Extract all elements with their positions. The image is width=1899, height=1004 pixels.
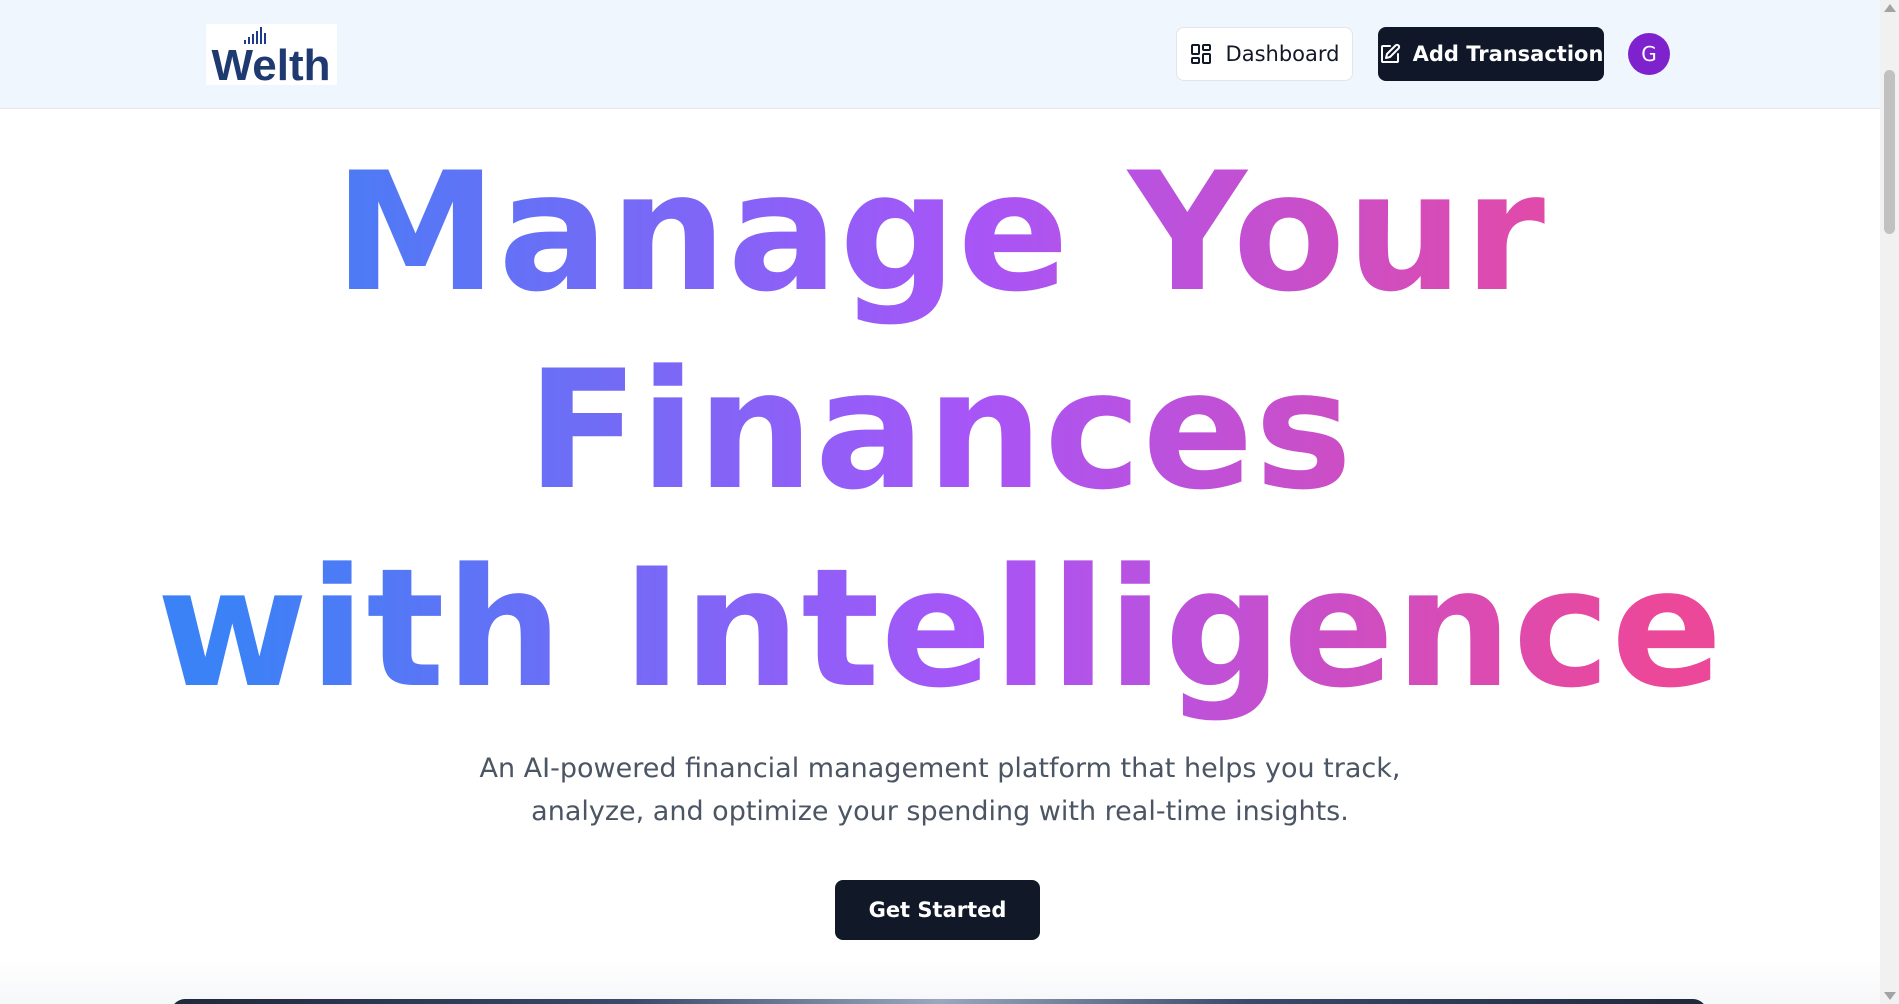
hero-title-line-3: with Intelligence [156,533,1724,724]
hero-title: Manage Your Finances with Intelligence [0,134,1880,728]
scroll-down-arrow-icon[interactable] [1884,992,1896,1000]
layout-dashboard-icon [1190,44,1211,64]
page-scrollbar[interactable] [1880,0,1899,1004]
avatar-initial: G [1641,42,1657,66]
hero-subtitle-line-1: An AI-powered financial management platf… [479,753,1401,784]
hero-subtitle: An AI-powered financial management platf… [440,747,1440,833]
scroll-up-arrow-icon[interactable] [1884,4,1896,12]
dashboard-button-label: Dashboard [1225,42,1340,66]
dashboard-button[interactable]: Dashboard [1176,27,1353,81]
dashboard-preview-image [171,999,1707,1004]
get-started-button-label: Get Started [868,898,1007,922]
scrollbar-thumb[interactable] [1884,70,1895,234]
top-navbar: Welth Dashboard Add Transaction G [0,0,1880,109]
logo-wordmark: Welth [212,41,331,85]
hero-title-line-2: Finances [526,335,1354,526]
section-fade [0,960,1880,1004]
page: Welth Dashboard Add Transaction G Manage… [0,0,1899,1004]
hero-subtitle-line-2: analyze, and optimize your spending with… [531,796,1349,827]
add-transaction-button[interactable]: Add Transaction [1378,27,1604,81]
welth-logo[interactable]: Welth [206,24,337,85]
pen-square-icon [1380,43,1400,63]
get-started-button[interactable]: Get Started [835,880,1040,940]
welth-logo-mark: Welth [212,27,331,85]
user-avatar[interactable]: G [1628,33,1670,75]
add-transaction-button-label: Add Transaction [1412,42,1604,66]
hero-title-line-1: Manage Your [333,137,1546,328]
